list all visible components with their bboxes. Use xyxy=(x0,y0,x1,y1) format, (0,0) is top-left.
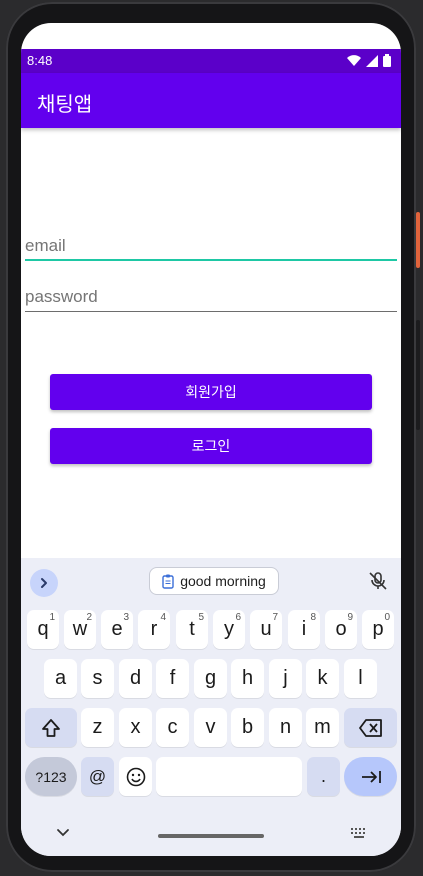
suggestion-bar: good morning xyxy=(21,558,401,604)
key-o[interactable]: o9 xyxy=(325,610,357,649)
volume-button xyxy=(416,320,420,430)
key-m[interactable]: m xyxy=(306,708,339,747)
email-underline xyxy=(25,259,397,261)
key-h[interactable]: h xyxy=(231,659,264,698)
screen: 8:48 채팅앱 회원가입 로그인 xyxy=(21,23,401,856)
emoji-icon xyxy=(126,767,145,786)
key-l[interactable]: l xyxy=(344,659,377,698)
at-key[interactable]: @ xyxy=(81,757,114,796)
key-z[interactable]: z xyxy=(81,708,114,747)
email-input[interactable] xyxy=(25,233,397,259)
key-q[interactable]: q1 xyxy=(27,610,59,649)
signal-icon xyxy=(366,54,378,67)
phone-frame: 8:48 채팅앱 회원가입 로그인 xyxy=(0,0,423,876)
key-u[interactable]: u7 xyxy=(250,610,282,649)
mic-off-icon[interactable] xyxy=(367,570,389,592)
shift-key[interactable] xyxy=(25,708,77,747)
signup-label: 회원가입 xyxy=(185,385,237,401)
login-label: 로그인 xyxy=(191,439,231,455)
home-gesture-handle[interactable] xyxy=(158,834,264,838)
space-key[interactable] xyxy=(156,757,302,796)
email-field xyxy=(25,233,397,261)
period-key[interactable]: . xyxy=(307,757,340,796)
app-title: 채팅앱 xyxy=(37,92,93,116)
emoji-key[interactable] xyxy=(119,757,152,796)
key-t[interactable]: t5 xyxy=(176,610,208,649)
key-k[interactable]: k xyxy=(306,659,339,698)
key-s[interactable]: s xyxy=(81,659,114,698)
chevron-down-icon[interactable] xyxy=(56,828,70,838)
status-time: 8:48 xyxy=(27,53,53,68)
backspace-icon xyxy=(358,718,382,737)
login-button[interactable]: 로그인 xyxy=(50,428,372,464)
clipboard-suggestion-chip[interactable]: good morning xyxy=(149,567,279,595)
suggestion-text: good morning xyxy=(180,573,266,589)
battery-icon xyxy=(383,54,391,67)
symbols-key[interactable]: ?123 xyxy=(25,757,77,796)
backspace-key[interactable] xyxy=(344,708,397,747)
password-input[interactable] xyxy=(25,284,397,310)
wifi-icon xyxy=(347,54,361,66)
key-v[interactable]: v xyxy=(194,708,227,747)
key-c[interactable]: c xyxy=(156,708,189,747)
enter-key[interactable] xyxy=(344,757,397,796)
key-j[interactable]: j xyxy=(269,659,302,698)
key-r[interactable]: r4 xyxy=(138,610,170,649)
key-d[interactable]: d xyxy=(119,659,152,698)
password-underline xyxy=(25,311,397,312)
key-w[interactable]: w2 xyxy=(64,610,96,649)
key-e[interactable]: e3 xyxy=(101,610,133,649)
key-p[interactable]: p0 xyxy=(362,610,394,649)
next-arrow-icon xyxy=(361,770,381,783)
key-x[interactable]: x xyxy=(119,708,152,747)
power-button xyxy=(416,212,420,268)
key-n[interactable]: n xyxy=(269,708,302,747)
soft-keyboard: good morning q1 w2 e3 r4 t5 y6 u7 i8 o9 … xyxy=(21,558,401,856)
key-a[interactable]: a xyxy=(44,659,77,698)
navigation-bar xyxy=(21,828,401,856)
signup-button[interactable]: 회원가입 xyxy=(50,374,372,410)
key-i[interactable]: i8 xyxy=(288,610,320,649)
expand-toolbar-button[interactable] xyxy=(30,569,58,597)
keyboard-switch-icon[interactable] xyxy=(351,828,367,838)
key-y[interactable]: y6 xyxy=(213,610,245,649)
key-f[interactable]: f xyxy=(156,659,189,698)
password-field xyxy=(25,284,397,312)
chevron-right-icon xyxy=(41,578,47,588)
shift-icon xyxy=(42,718,60,737)
app-bar: 채팅앱 xyxy=(21,73,401,128)
key-b[interactable]: b xyxy=(231,708,264,747)
status-bar: 8:48 xyxy=(21,49,401,73)
key-g[interactable]: g xyxy=(194,659,227,698)
clipboard-icon xyxy=(162,574,174,589)
